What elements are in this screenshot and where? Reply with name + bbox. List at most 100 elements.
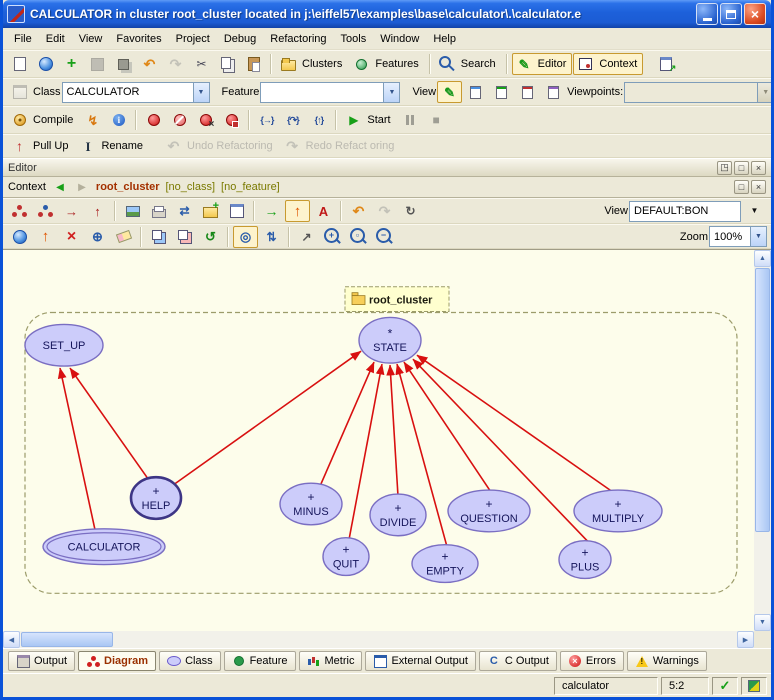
zoom-combobox[interactable]: 100% <box>709 226 767 247</box>
step-into-button[interactable] <box>254 109 279 131</box>
client-depth-button[interactable] <box>146 226 171 248</box>
context-forward-button[interactable]: ▶ <box>74 182 90 193</box>
class-node-set_up[interactable]: SET_UP <box>25 324 103 366</box>
compile-button[interactable]: Compile <box>7 109 79 131</box>
menu-debug[interactable]: Debug <box>217 30 263 48</box>
redo-button[interactable] <box>163 53 188 75</box>
feature-combobox-dropdown-icon[interactable] <box>383 83 399 102</box>
go-to-button[interactable] <box>259 200 284 222</box>
inheritance-link-help-state[interactable] <box>173 351 361 485</box>
stop-button[interactable] <box>424 109 449 131</box>
undo-button[interactable] <box>137 53 162 75</box>
context-toggle-button[interactable]: Context <box>573 53 643 75</box>
class-node-question[interactable]: +QUESTION <box>448 490 530 532</box>
title-bar[interactable]: CALCULATOR in cluster root_cluster locat… <box>3 0 771 28</box>
vertical-scrollbar[interactable]: ▲ ▼ <box>754 250 771 631</box>
disable-breakpoints-button[interactable] <box>167 109 192 131</box>
new-window-button[interactable] <box>7 53 32 75</box>
viewpoints-combobox[interactable] <box>624 82 774 103</box>
vertical-scrollbar-thumb[interactable] <box>755 268 770 532</box>
cut-button[interactable] <box>189 53 214 75</box>
class-combobox-dropdown-icon[interactable] <box>193 83 209 102</box>
class-node-multiply[interactable]: +MULTIPLY <box>574 490 662 532</box>
eraser-button[interactable] <box>111 226 136 248</box>
class-node-empty[interactable]: +EMPTY <box>412 545 478 583</box>
open-in-new-window-button[interactable] <box>7 81 32 103</box>
pause-button[interactable] <box>398 109 423 131</box>
diagram-canvas[interactable]: root_clusterSET_UP*STATE+HELPCALCULATOR+… <box>3 250 754 631</box>
crop-diagram-button[interactable] <box>285 200 310 222</box>
scroll-down-button[interactable]: ▼ <box>754 614 771 631</box>
tab-feature[interactable]: Feature <box>224 651 296 671</box>
open-button[interactable] <box>33 53 58 75</box>
tab-output[interactable]: Output <box>8 651 75 671</box>
clickable-view-button[interactable] <box>463 81 488 103</box>
menu-edit[interactable]: Edit <box>39 30 72 48</box>
editor-toggle-button[interactable]: Editor <box>512 53 573 75</box>
copy-button[interactable] <box>215 53 240 75</box>
redo-refactoring-button[interactable]: Redo Refact oring <box>280 135 401 157</box>
undock-panel-button[interactable]: ◳ <box>717 161 732 175</box>
diagram-view-combobox[interactable]: DEFAULT:BON <box>629 201 741 222</box>
inheritance-link-divide-state[interactable] <box>390 365 398 496</box>
remove-breakpoints-button[interactable] <box>193 109 218 131</box>
inheritance-link-multiply-state[interactable] <box>417 355 613 492</box>
save-all-button[interactable] <box>111 53 136 75</box>
close-context-button[interactable]: × <box>751 180 766 194</box>
scroll-up-button[interactable]: ▲ <box>754 250 771 267</box>
supplier-depth-button[interactable] <box>172 226 197 248</box>
inheritance-link-help-set_up[interactable] <box>70 368 149 480</box>
text-tool-button[interactable] <box>311 200 336 222</box>
tab-c-output[interactable]: C Output <box>479 651 557 671</box>
class-node-quit[interactable]: +QUIT <box>323 538 369 576</box>
export-picture-button[interactable] <box>120 200 145 222</box>
class-combobox[interactable]: CALCULATOR <box>62 82 210 103</box>
tab-metric[interactable]: Metric <box>299 651 363 671</box>
freeze-button[interactable] <box>80 109 105 131</box>
flat-view-button[interactable] <box>489 81 514 103</box>
new-view-button[interactable] <box>224 200 249 222</box>
toggle-quality-button[interactable] <box>7 226 32 248</box>
sort-classes-button[interactable] <box>259 226 284 248</box>
inheritance-link-calculator-set_up[interactable] <box>60 368 95 530</box>
scroll-left-button[interactable]: ◀ <box>3 631 20 648</box>
breakpoint-info-button[interactable] <box>219 109 244 131</box>
tab-diagram[interactable]: Diagram <box>78 651 156 671</box>
class-node-calculator[interactable]: CALCULATOR <box>43 529 165 565</box>
diagram-view-menu-button[interactable] <box>742 200 767 222</box>
horizontal-scrollbar-thumb[interactable] <box>21 632 113 647</box>
close-button[interactable]: × <box>744 3 766 25</box>
delete-button[interactable] <box>59 226 84 248</box>
diagram-history-button[interactable] <box>398 200 423 222</box>
menu-file[interactable]: File <box>7 30 39 48</box>
basic-text-view-button[interactable] <box>437 81 462 103</box>
fit-diagram-button[interactable] <box>33 226 58 248</box>
horizontal-scrollbar[interactable]: ◀ ▶ <box>3 631 754 648</box>
viewpoints-combobox-dropdown-icon[interactable] <box>757 83 773 102</box>
context-back-button[interactable]: ◀ <box>52 182 68 193</box>
cluster-tool-button[interactable] <box>33 200 58 222</box>
contract-view-button[interactable] <box>515 81 540 103</box>
rename-button[interactable]: Rename <box>75 135 149 157</box>
print-diagram-button[interactable] <box>146 200 171 222</box>
add-class-button[interactable] <box>59 53 84 75</box>
close-panel-button[interactable]: × <box>751 161 766 175</box>
search-button[interactable]: Search <box>435 53 502 75</box>
zoom-in-button[interactable] <box>320 226 345 248</box>
menu-view[interactable]: View <box>72 30 110 48</box>
menu-tools[interactable]: Tools <box>334 30 374 48</box>
diagram-svg[interactable]: root_clusterSET_UP*STATE+HELPCALCULATOR+… <box>3 250 754 631</box>
diagram-undo-button[interactable] <box>346 200 371 222</box>
inheritance-link-button[interactable] <box>85 200 110 222</box>
class-node-help[interactable]: +HELP <box>131 477 181 519</box>
start-button[interactable]: Start <box>341 109 396 131</box>
cluster-tab[interactable]: root_cluster <box>345 287 449 312</box>
zoom-dropdown-icon[interactable] <box>750 227 766 246</box>
class-node-divide[interactable]: +DIVIDE <box>370 494 426 536</box>
context-cluster-link[interactable]: root_cluster <box>96 181 160 193</box>
menu-project[interactable]: Project <box>169 30 217 48</box>
client-link-button[interactable] <box>59 200 84 222</box>
paste-button[interactable] <box>241 53 266 75</box>
new-cluster-button[interactable] <box>198 200 223 222</box>
zoom-fit-button[interactable] <box>346 226 371 248</box>
